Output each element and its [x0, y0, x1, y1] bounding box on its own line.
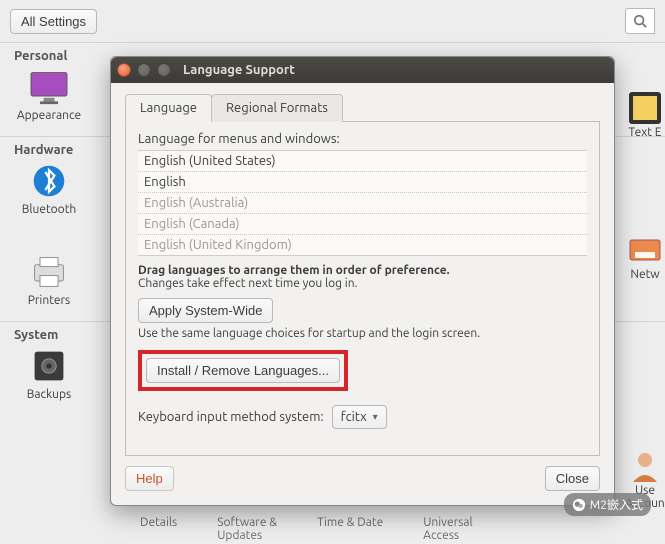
app-label: Printers — [28, 294, 71, 307]
safe-icon — [27, 348, 71, 384]
chevron-down-icon: ▾ — [373, 411, 378, 423]
keyboard-method-select[interactable]: fcitx ▾ — [332, 405, 387, 429]
language-support-dialog: Language Support Language Regional Forma… — [110, 56, 615, 506]
text-editor-icon[interactable] — [627, 90, 663, 126]
apply-system-wide-button[interactable]: Apply System-Wide — [138, 298, 273, 323]
app-label: Netw — [630, 268, 659, 281]
dialog-titlebar[interactable]: Language Support — [111, 57, 614, 83]
bluetooth-icon — [27, 163, 71, 199]
list-item[interactable]: English (Canada) — [138, 214, 587, 235]
install-remove-languages-button[interactable]: Install / Remove Languages... — [146, 358, 340, 383]
minimize-icon[interactable] — [137, 63, 151, 77]
app-bluetooth[interactable]: Bluetooth — [14, 163, 84, 216]
dialog-title: Language Support — [183, 63, 295, 77]
close-icon[interactable] — [117, 63, 131, 77]
app-printers[interactable]: Printers — [14, 254, 84, 307]
watermark-badge: M2嵌入式 — [564, 493, 651, 516]
search-input[interactable] — [625, 8, 655, 34]
maximize-icon[interactable] — [157, 63, 171, 77]
language-list[interactable]: English (United States) English English … — [138, 150, 587, 256]
monitor-icon — [27, 69, 71, 105]
drag-hint: Drag languages to arrange them in order … — [138, 264, 587, 290]
user-accounts-icon[interactable] — [627, 448, 663, 484]
list-item[interactable]: English — [138, 172, 587, 193]
search-icon — [633, 14, 647, 28]
tab-regional-formats[interactable]: Regional Formats — [211, 94, 343, 122]
list-item[interactable]: English (Australia) — [138, 193, 587, 214]
select-value: fcitx — [341, 410, 367, 424]
keyboard-method-label: Keyboard input method system: — [138, 410, 324, 424]
tab-language[interactable]: Language — [125, 94, 212, 122]
help-button[interactable]: Help — [125, 466, 174, 491]
all-settings-button[interactable]: All Settings — [10, 9, 97, 34]
printer-icon — [27, 254, 71, 290]
wechat-icon — [572, 498, 586, 512]
app-label: Text E — [629, 126, 662, 139]
apply-hint: Use the same language choices for startu… — [138, 327, 587, 340]
install-highlight-box: Install / Remove Languages... — [138, 350, 348, 391]
app-backups[interactable]: Backups — [14, 348, 84, 401]
app-appearance[interactable]: Appearance — [14, 69, 84, 122]
list-item[interactable]: English (United States) — [138, 151, 587, 172]
app-label: Backups — [27, 388, 72, 401]
truncated-labels: Details Software &Updates Time & Date Un… — [140, 516, 473, 542]
list-item[interactable]: English (United Kingdom) — [138, 235, 587, 255]
app-label: Appearance — [17, 109, 81, 122]
close-button[interactable]: Close — [545, 466, 600, 491]
language-list-label: Language for menus and windows: — [138, 132, 587, 146]
app-label: Bluetooth — [22, 203, 77, 216]
network-icon[interactable] — [627, 232, 663, 268]
